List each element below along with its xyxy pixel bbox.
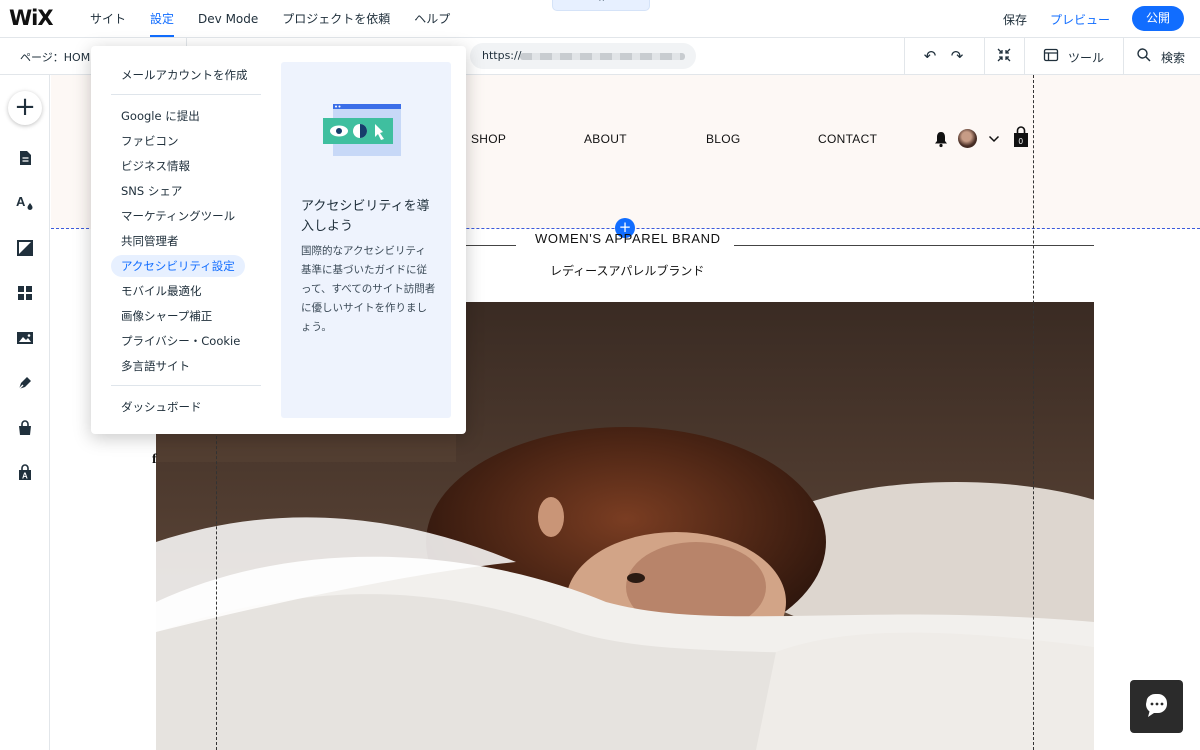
background-icon[interactable] bbox=[15, 238, 35, 258]
nav-link-about[interactable]: ABOUT bbox=[584, 132, 627, 146]
tools-button[interactable]: ツール bbox=[1068, 49, 1104, 66]
menu-help[interactable]: ヘルプ bbox=[402, 0, 462, 38]
preview-button[interactable]: プレビュー bbox=[1050, 11, 1110, 28]
brand-subtitle: レディースアパレルブランド bbox=[550, 264, 705, 278]
menu-site[interactable]: サイト bbox=[78, 0, 138, 38]
site-url-field[interactable]: https:// bbox=[470, 43, 696, 69]
divider bbox=[904, 38, 905, 75]
brand-title: WOMEN'S APPAREL BRAND bbox=[535, 231, 721, 246]
svg-text:A: A bbox=[16, 194, 26, 209]
menu-item-multilingual[interactable]: 多言語サイト bbox=[111, 355, 200, 377]
facebook-icon[interactable]: f bbox=[152, 452, 157, 468]
menu-item-dashboard[interactable]: ダッシュボード bbox=[111, 396, 212, 418]
wix-logo[interactable]: WiX bbox=[9, 6, 54, 30]
menu-item-marketing-tools[interactable]: マーケティングツール bbox=[111, 205, 245, 227]
nav-link-shop[interactable]: SHOP bbox=[471, 132, 506, 146]
url-prefix: https:// bbox=[482, 49, 522, 62]
settings-dropdown: メールアカウントを作成 Google に提出 ファビコン ビジネス情報 SNS … bbox=[91, 46, 466, 434]
search-button[interactable]: 検索 bbox=[1161, 49, 1185, 66]
menu-item-collaborators[interactable]: 共同管理者 bbox=[111, 230, 189, 252]
svg-text:0: 0 bbox=[1019, 137, 1024, 146]
chevron-up-icon: ⌃ bbox=[597, 0, 607, 9]
menu-item-favicon[interactable]: ファビコン bbox=[111, 130, 189, 152]
save-button[interactable]: 保存 bbox=[1003, 11, 1027, 28]
design-icon[interactable]: A bbox=[15, 192, 35, 212]
menu-divider bbox=[111, 94, 261, 95]
menu-item-accessibility[interactable]: アクセシビリティ設定 bbox=[111, 255, 245, 277]
apps-icon[interactable] bbox=[15, 283, 35, 303]
panel-description: 国際的なアクセシビリティ基準に基づいたガイドに従って、すべてのサイト訪問者に優し… bbox=[301, 245, 436, 333]
collapse-toolbar-tab[interactable]: ⌃ bbox=[552, 0, 650, 11]
blog-icon[interactable] bbox=[15, 373, 35, 393]
divider bbox=[1123, 38, 1124, 75]
nav-link-contact[interactable]: CONTACT bbox=[818, 132, 877, 146]
svg-text:A: A bbox=[22, 472, 28, 481]
chat-button[interactable] bbox=[1130, 680, 1183, 733]
chat-icon bbox=[1145, 693, 1167, 717]
publish-button[interactable]: 公開 bbox=[1132, 6, 1184, 31]
menu-hire-pro[interactable]: プロジェクトを依頼 bbox=[270, 0, 402, 38]
search-icon[interactable] bbox=[1135, 47, 1153, 65]
left-sidebar: + A A bbox=[0, 75, 50, 750]
bookings-icon[interactable]: A bbox=[15, 463, 35, 483]
chevron-down-icon[interactable] bbox=[988, 134, 1000, 144]
accessibility-illustration-icon bbox=[323, 104, 401, 156]
bell-icon[interactable] bbox=[933, 130, 949, 148]
main-menu: サイト 設定 Dev Mode プロジェクトを依頼 ヘルプ bbox=[78, 0, 462, 38]
menu-item-social-share[interactable]: SNS シェア bbox=[111, 180, 192, 202]
avatar[interactable] bbox=[958, 129, 977, 148]
cart-icon[interactable]: 0 bbox=[1012, 125, 1030, 149]
divider bbox=[984, 38, 985, 75]
top-bar: WiX サイト 設定 Dev Mode プロジェクトを依頼 ヘルプ ⌃ 保存 プ… bbox=[0, 0, 1200, 38]
accessibility-promo-panel: アクセシビリティを導入しよう 国際的なアクセシビリティ基準に基づいたガイドに従っ… bbox=[281, 62, 451, 418]
add-elements-button[interactable]: + bbox=[8, 91, 42, 125]
menu-dev-mode[interactable]: Dev Mode bbox=[186, 0, 270, 38]
menu-item-image-sharpening[interactable]: 画像シャープ補正 bbox=[111, 305, 222, 327]
media-icon[interactable] bbox=[15, 328, 35, 348]
panel-title: アクセシビリティを導入しよう bbox=[301, 199, 430, 234]
menu-item-business-info[interactable]: ビジネス情報 bbox=[111, 155, 200, 177]
zoom-out-icon[interactable] bbox=[995, 47, 1013, 65]
menu-item-submit-google[interactable]: Google に提出 bbox=[111, 105, 210, 127]
store-icon[interactable] bbox=[15, 418, 35, 438]
page-selector[interactable]: ページ：HOM bbox=[20, 49, 90, 65]
pages-icon[interactable] bbox=[15, 148, 35, 168]
tools-icon[interactable] bbox=[1042, 47, 1060, 65]
menu-divider bbox=[111, 385, 261, 386]
menu-item-mobile-optimization[interactable]: モバイル最適化 bbox=[111, 280, 212, 302]
redo-icon[interactable]: ↷ bbox=[948, 47, 966, 65]
menu-settings[interactable]: 設定 bbox=[138, 0, 186, 38]
url-blurred bbox=[520, 53, 685, 60]
menu-item-privacy-cookies[interactable]: プライバシー・Cookie bbox=[111, 330, 250, 352]
undo-icon[interactable]: ↶ bbox=[921, 47, 939, 65]
grid-guide-right bbox=[1033, 75, 1034, 750]
nav-link-blog[interactable]: BLOG bbox=[706, 132, 741, 146]
divider bbox=[1024, 38, 1025, 75]
divider-line bbox=[734, 245, 1094, 246]
menu-item-create-email[interactable]: メールアカウントを作成 bbox=[111, 64, 258, 86]
